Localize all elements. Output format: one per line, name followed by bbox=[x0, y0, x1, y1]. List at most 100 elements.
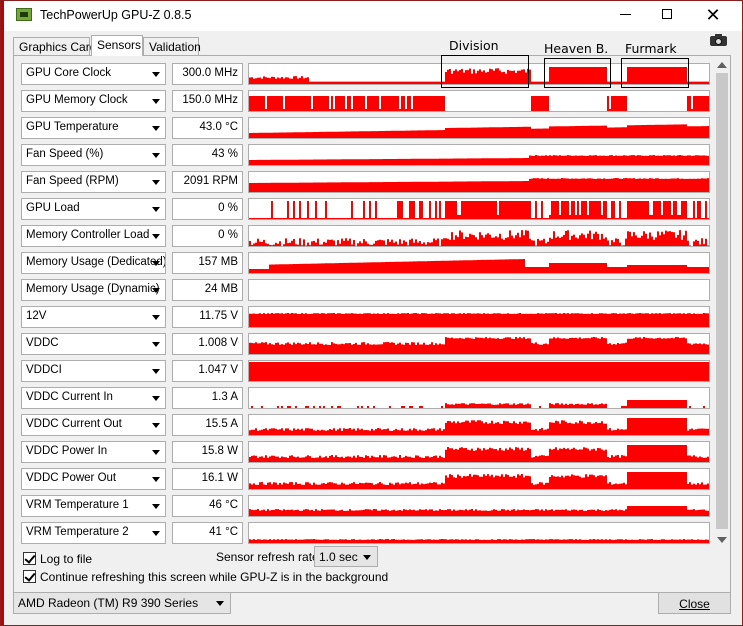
sensor-name-select[interactable]: Fan Speed (%) bbox=[21, 144, 166, 166]
sensor-name-select[interactable]: VDDC Power In bbox=[21, 441, 166, 463]
sensor-scrollbar[interactable] bbox=[714, 58, 730, 547]
sensor-name: GPU Memory Clock bbox=[26, 94, 128, 106]
sensor-name-select[interactable]: VDDC Power Out bbox=[21, 468, 166, 490]
sensor-graph-area bbox=[249, 400, 709, 408]
sensor-graph-area bbox=[249, 472, 709, 489]
sensor-graph bbox=[248, 333, 710, 355]
sensor-name: 12V bbox=[26, 310, 47, 322]
sensor-graph-area bbox=[249, 418, 709, 435]
chevron-down-icon bbox=[152, 531, 160, 536]
chevron-down-icon bbox=[152, 369, 160, 374]
chevron-down-icon bbox=[152, 180, 160, 185]
sensor-graph-area bbox=[249, 362, 709, 381]
sensor-row: Memory Usage (Dynamic) 24 MB bbox=[21, 279, 711, 301]
maximize-button[interactable] bbox=[654, 4, 684, 26]
sensor-name-select[interactable]: GPU Core Clock bbox=[21, 63, 166, 85]
sensor-graph bbox=[248, 387, 710, 409]
refresh-rate-select[interactable]: 1.0 sec bbox=[314, 546, 378, 567]
log-to-file-checkbox[interactable] bbox=[23, 552, 36, 565]
sensor-name-select[interactable]: 12V bbox=[21, 306, 166, 328]
sensor-name: VDDC Current In bbox=[26, 391, 113, 403]
sensor-name: GPU Core Clock bbox=[26, 67, 111, 79]
sensor-name-select[interactable]: Memory Usage (Dedicated) bbox=[21, 252, 166, 274]
continue-refreshing-checkbox[interactable] bbox=[23, 570, 36, 583]
chevron-down-icon bbox=[152, 504, 160, 509]
sensor-row: VDDC Current Out 15.5 A bbox=[21, 414, 711, 436]
sensor-value: 46 °C bbox=[172, 495, 243, 517]
tab-validation[interactable]: Validation bbox=[143, 37, 201, 55]
sensor-graph-area bbox=[249, 445, 709, 462]
sensor-name: VDDC bbox=[26, 337, 59, 349]
sensor-row: Memory Usage (Dedicated) 157 MB bbox=[21, 252, 711, 274]
sensor-value: 43 % bbox=[172, 144, 243, 166]
sensor-graph-area bbox=[249, 506, 709, 516]
sensor-graph bbox=[248, 144, 710, 166]
sensor-graph-area bbox=[249, 539, 709, 543]
scrollbar-thumb[interactable] bbox=[716, 73, 728, 529]
sensor-name-select[interactable]: Memory Controller Load bbox=[21, 225, 166, 247]
gpu-select-value: AMD Radeon (TM) R9 390 Series bbox=[18, 596, 199, 610]
sensor-graph-plot bbox=[249, 472, 709, 489]
title-bar: TechPowerUp GPU-Z 0.8.5 ✕ bbox=[4, 0, 743, 31]
sensor-graph bbox=[248, 414, 710, 436]
sensor-value: 15.5 A bbox=[172, 414, 243, 436]
scroll-up-arrow-icon[interactable] bbox=[717, 62, 727, 68]
sensor-graph-plot bbox=[249, 445, 709, 462]
sensor-name-select[interactable]: GPU Memory Clock bbox=[21, 90, 166, 112]
sensor-graph-area bbox=[249, 337, 709, 354]
sensor-graph-area bbox=[249, 259, 709, 273]
sensor-row: VRM Temperature 1 46 °C bbox=[21, 495, 711, 517]
sensor-name-select[interactable]: VDDC bbox=[21, 333, 166, 355]
sensor-name-select[interactable]: VRM Temperature 1 bbox=[21, 495, 166, 517]
sensor-graph-plot bbox=[249, 313, 709, 327]
sensor-name: VDDC Power In bbox=[26, 445, 108, 457]
sensor-value: 15.8 W bbox=[172, 441, 243, 463]
gpu-select[interactable]: AMD Radeon (TM) R9 390 Series bbox=[13, 592, 231, 614]
minimize-button[interactable] bbox=[612, 4, 642, 26]
sensor-name-select[interactable]: VDDCI bbox=[21, 360, 166, 382]
chevron-down-icon bbox=[152, 396, 160, 401]
sensor-row: GPU Temperature 43.0 °C bbox=[21, 117, 711, 139]
maximize-icon bbox=[662, 9, 672, 19]
close-button[interactable]: Close bbox=[658, 592, 731, 614]
chevron-down-icon bbox=[152, 234, 160, 239]
sensor-name-select[interactable]: Fan Speed (RPM) bbox=[21, 171, 166, 193]
sensor-row: VDDC Current In 1.3 A bbox=[21, 387, 711, 409]
close-window-button[interactable]: ✕ bbox=[698, 4, 728, 26]
sensor-graph bbox=[248, 90, 710, 112]
sensor-graph bbox=[248, 225, 710, 247]
sensor-name-select[interactable]: VDDC Current In bbox=[21, 387, 166, 409]
sensor-name: VRM Temperature 1 bbox=[26, 499, 129, 511]
sensor-value: 157 MB bbox=[172, 252, 243, 274]
screenshot-camera-icon[interactable] bbox=[710, 33, 728, 46]
gpu-z-app-icon bbox=[16, 8, 32, 21]
sensor-graph-area bbox=[249, 124, 709, 138]
annotation-heaven-label: Heaven B. bbox=[544, 41, 609, 56]
tab-graphics-card[interactable]: Graphics Card bbox=[13, 37, 96, 55]
annotation-furmark-box bbox=[621, 58, 689, 88]
sensor-graph-plot bbox=[249, 124, 709, 138]
sensor-value: 150.0 MHz bbox=[172, 90, 243, 112]
sensor-name-select[interactable]: GPU Load bbox=[21, 198, 166, 220]
annotation-heaven-box bbox=[544, 58, 611, 88]
sensor-name-select[interactable]: VDDC Current Out bbox=[21, 414, 166, 436]
sensor-graph-area bbox=[249, 201, 709, 219]
sensor-graph bbox=[248, 441, 710, 463]
sensor-graph bbox=[248, 171, 710, 193]
sensor-graph-plot bbox=[249, 506, 709, 516]
sensor-name: VRM Temperature 2 bbox=[26, 526, 129, 538]
sensor-name-select[interactable]: GPU Temperature bbox=[21, 117, 166, 139]
sensor-name-select[interactable]: Memory Usage (Dynamic) bbox=[21, 279, 166, 301]
sensor-name: Memory Usage (Dynamic) bbox=[26, 283, 160, 295]
chevron-down-icon bbox=[152, 450, 160, 455]
sensor-name-select[interactable]: VRM Temperature 2 bbox=[21, 522, 166, 544]
sensor-value: 11.75 V bbox=[172, 306, 243, 328]
chevron-down-icon bbox=[152, 126, 160, 131]
sensor-name: GPU Load bbox=[26, 202, 80, 214]
sensor-graph bbox=[248, 198, 710, 220]
scroll-down-arrow-icon[interactable] bbox=[717, 537, 727, 543]
chevron-down-icon bbox=[152, 153, 160, 158]
sensor-graph bbox=[248, 117, 710, 139]
tab-sensors[interactable]: Sensors bbox=[91, 35, 143, 56]
sensor-graph-plot bbox=[249, 539, 709, 543]
